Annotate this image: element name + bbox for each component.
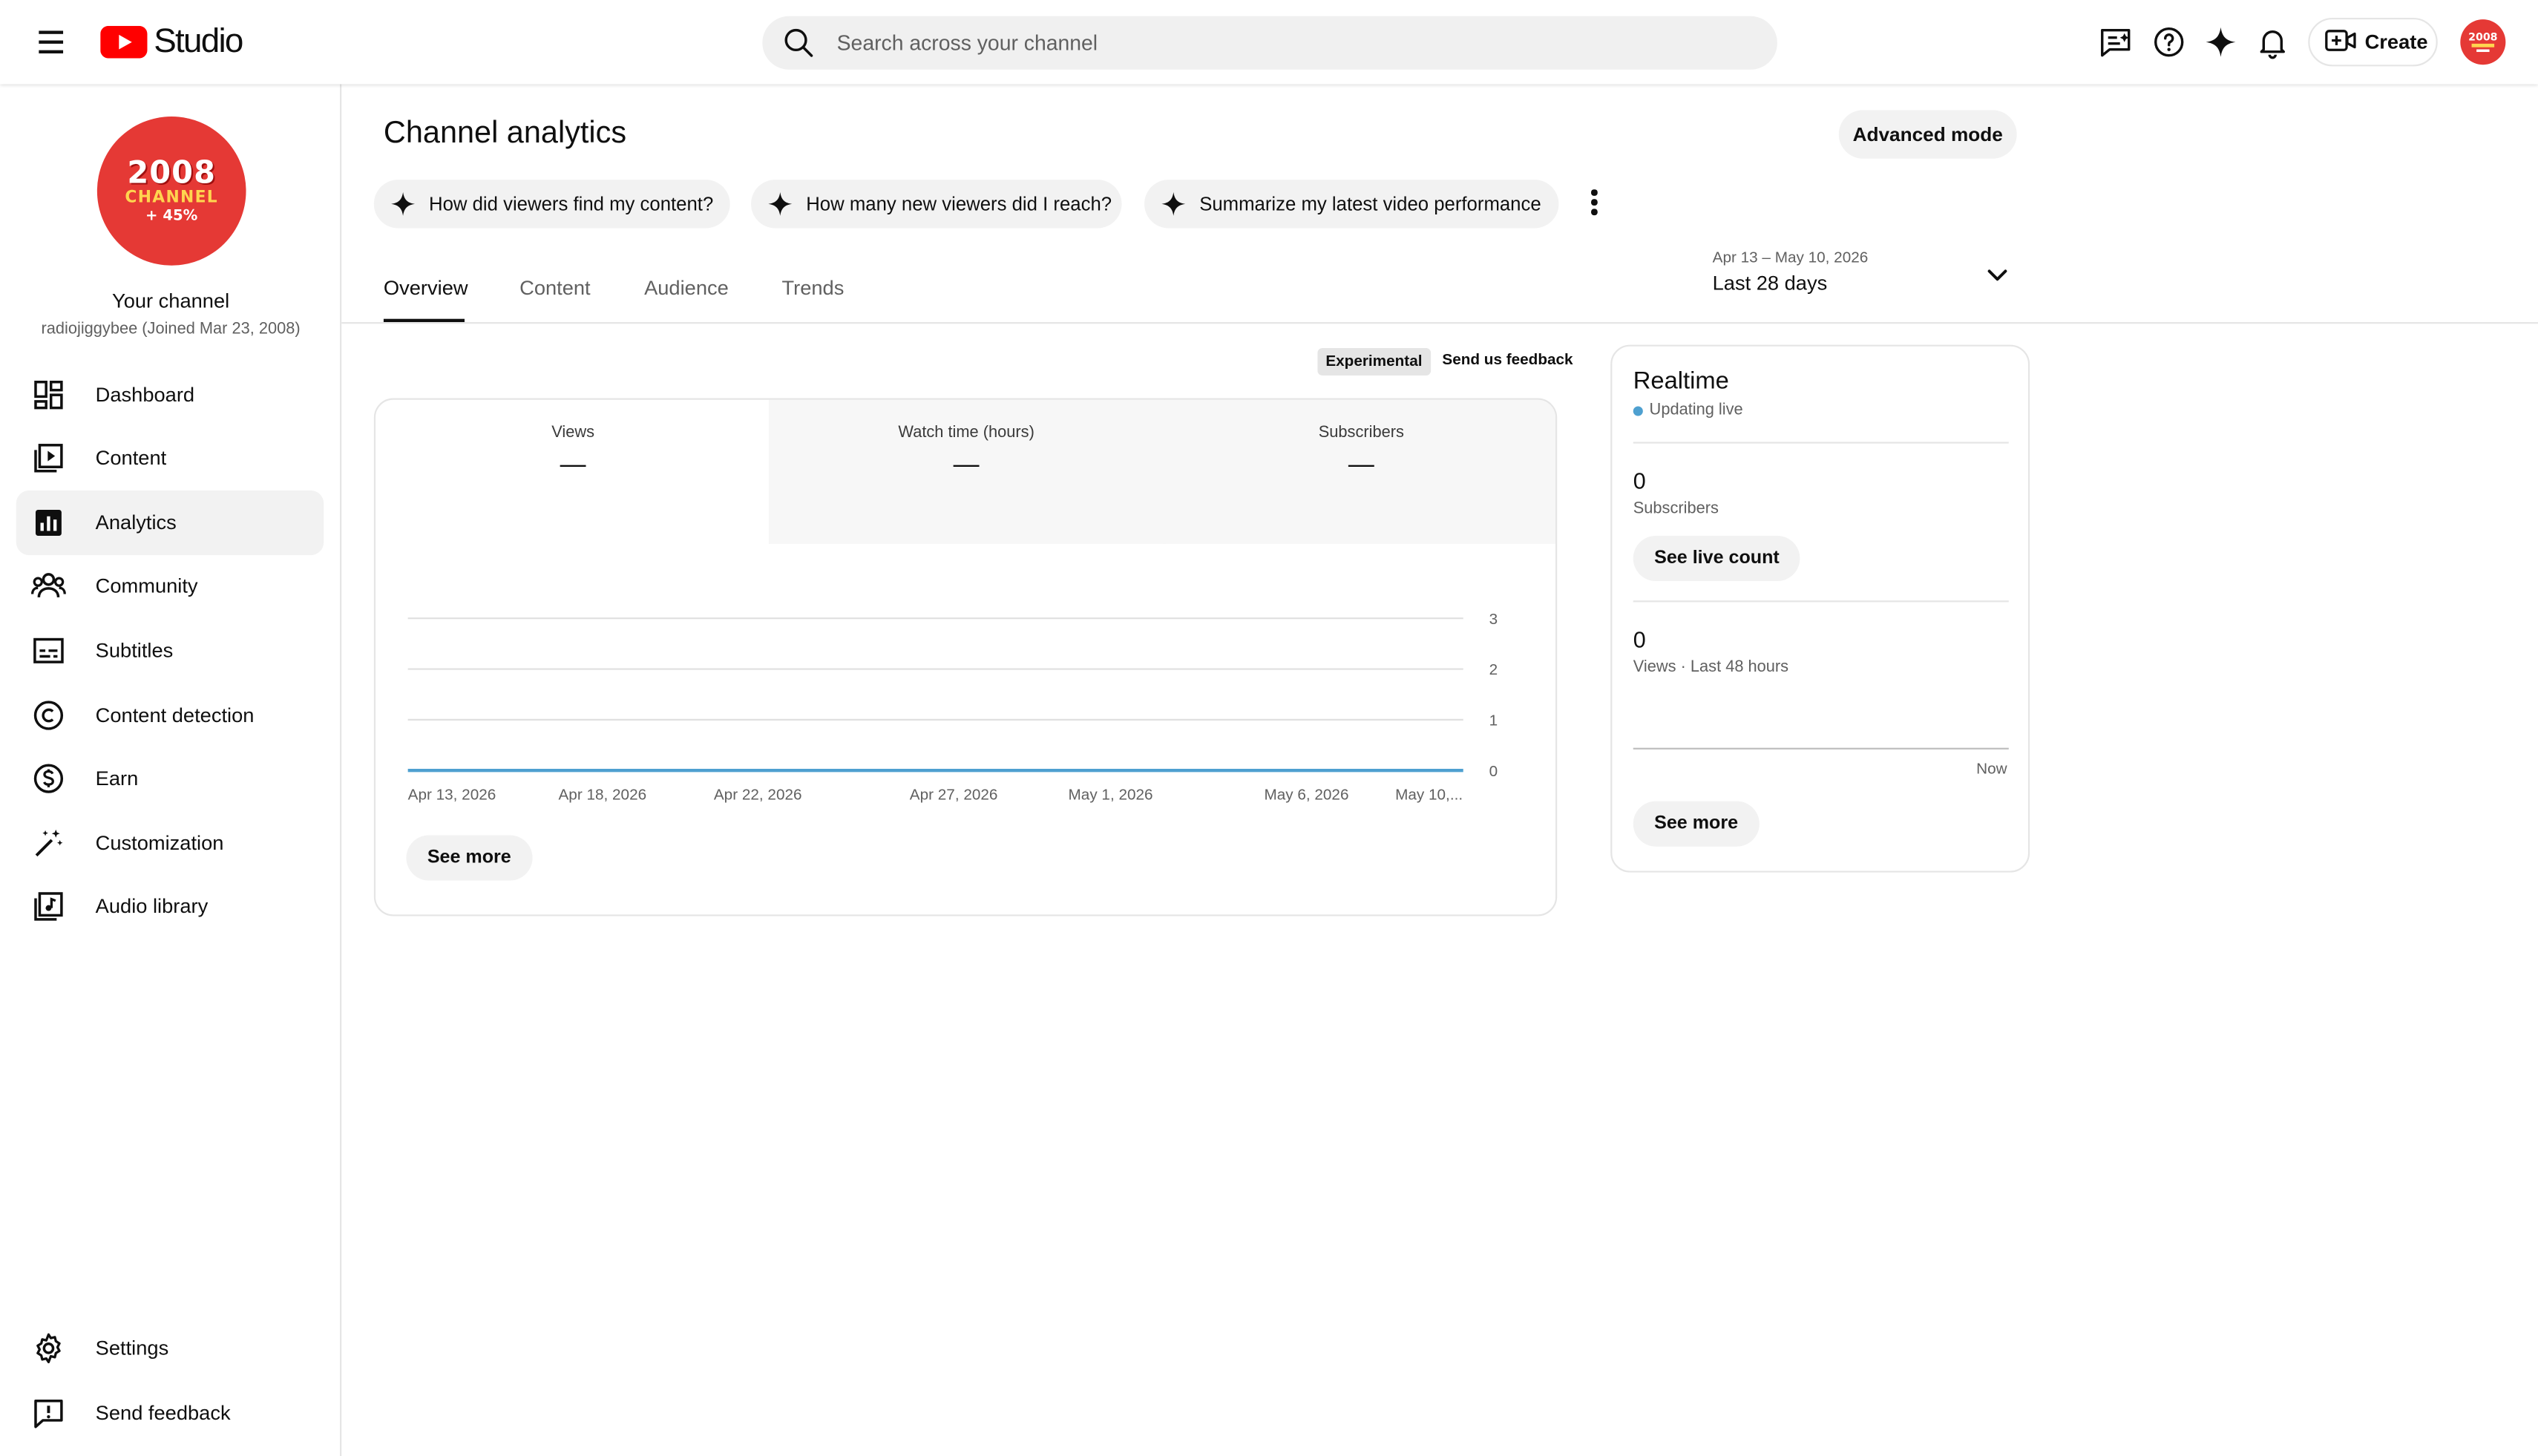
x-tick-label: Apr 27, 2026 (910, 786, 998, 803)
search-bar[interactable] (762, 16, 1777, 70)
sidebar-item-customization[interactable]: Customization (16, 811, 324, 876)
channel-avatar[interactable]: 2008 CHANNEL + 45% (96, 117, 246, 266)
feedback-icon (30, 1395, 66, 1431)
search-icon (781, 26, 816, 68)
account-avatar[interactable]: 2008 (2460, 19, 2506, 65)
notifications-bell-icon[interactable] (2253, 23, 2292, 62)
menu-icon[interactable] (26, 19, 74, 65)
tab-audience[interactable]: Audience (644, 277, 729, 300)
sidebar-item-community[interactable]: Community (16, 554, 324, 618)
date-range-label: Last 28 days (1712, 272, 1828, 295)
sidebar-item-content-detection[interactable]: Content detection (16, 683, 324, 747)
top-bar: Studio Create 2008 (0, 0, 2538, 85)
sidebar-item-dashboard[interactable]: Dashboard (16, 363, 324, 427)
see-more-button[interactable]: See more (406, 835, 533, 881)
x-tick-label: May 6, 2026 (1264, 786, 1348, 803)
realtime-views-label: Views · Last 48 hours (1633, 658, 1789, 677)
audio-library-icon (30, 888, 66, 924)
more-options-icon[interactable] (1580, 185, 1609, 220)
magic-wand-icon (30, 825, 66, 861)
sparkle-icon (768, 191, 793, 216)
date-range-dates: Apr 13 – May 10, 2026 (1712, 249, 1869, 267)
create-label: Create (2364, 30, 2428, 53)
realtime-views-value: 0 (1633, 626, 1646, 652)
live-dot-icon (1633, 405, 1643, 416)
realtime-see-more-button[interactable]: See more (1633, 801, 1760, 847)
tab-content[interactable]: Content (519, 277, 590, 300)
x-tick-label: Apr 18, 2026 (558, 786, 646, 803)
copyright-icon (30, 698, 66, 733)
create-button[interactable]: Create (2308, 17, 2438, 67)
dollar-icon (30, 761, 66, 796)
realtime-status: Updating live (1633, 401, 1743, 419)
realtime-now-label: Now (1976, 761, 2007, 779)
sidebar-item-subtitles[interactable]: Subtitles (16, 618, 324, 683)
channel-handle: radiojiggybee (Joined Mar 23, 2008) (41, 320, 301, 338)
realtime-chart-baseline (1633, 747, 2009, 750)
x-tick-label: Apr 13, 2026 (408, 786, 496, 803)
views-line-chart: 0 1 2 3 Apr 13, 2026 Apr 18, 2026 Apr 22, 2026… (408, 611, 1498, 804)
app-name: Studio (154, 22, 243, 60)
sidebar-item-audio-library[interactable]: Audio library (16, 874, 324, 939)
subtitles-icon (30, 633, 66, 669)
tab-trends[interactable]: Trends (781, 277, 844, 300)
date-range-selector[interactable]: Apr 13 – May 10, 2026 Last 28 days (1713, 249, 1869, 295)
send-us-feedback-link[interactable]: Send us feedback (1442, 351, 1573, 369)
sidebar: 2008 CHANNEL + 45% Your channel radiojig… (0, 84, 342, 1456)
analytics-icon (30, 505, 66, 541)
x-tick-label: Apr 22, 2026 (714, 786, 802, 803)
sparkle-icon (391, 191, 416, 216)
overview-card: Views — Watch time (hours) — Subscribers… (373, 398, 1558, 916)
tab-overview[interactable]: Overview (384, 277, 468, 300)
sidebar-item-earn[interactable]: Earn (16, 746, 324, 810)
ask-chip-viewers-source[interactable]: How did viewers find my content? (373, 180, 730, 229)
help-icon[interactable] (2150, 23, 2188, 62)
sparkle-icon (1161, 191, 1186, 216)
gear-icon (30, 1331, 66, 1366)
divider (1633, 600, 2009, 603)
y-tick-label: 1 (1489, 712, 1498, 729)
youtube-logo-icon (100, 25, 148, 59)
ask-chip-new-viewers[interactable]: How many new viewers did I reach? (751, 180, 1122, 229)
sidebar-item-analytics[interactable]: Analytics (16, 490, 324, 556)
sidebar-item-settings[interactable]: Settings (16, 1316, 324, 1380)
x-tick-label: May 10,... (1395, 786, 1463, 803)
svg-text:2008: 2008 (2468, 32, 2497, 44)
realtime-subscribers-label: Subscribers (1633, 499, 1719, 518)
sidebar-item-content[interactable]: Content (16, 426, 324, 491)
ask-chip-summarize-video[interactable]: Summarize my latest video performance (1144, 180, 1559, 229)
dashboard-icon (30, 377, 66, 413)
y-tick-label: 2 (1489, 661, 1498, 678)
sparkle-icon[interactable] (2201, 23, 2240, 62)
community-icon (30, 568, 66, 604)
realtime-card: Realtime Updating live 0 Subscribers See… (1610, 344, 2030, 873)
video-add-icon (2324, 25, 2357, 59)
chevron-down-icon[interactable] (1984, 262, 2010, 288)
tabs-divider (341, 322, 2538, 324)
page-title: Channel analytics (383, 117, 627, 151)
x-tick-label: May 1, 2026 (1069, 786, 1153, 803)
channel-name: Your channel (112, 289, 230, 312)
y-tick-label: 0 (1489, 763, 1498, 780)
search-input[interactable] (836, 16, 1744, 70)
see-live-count-button[interactable]: See live count (1633, 535, 1801, 582)
sidebar-item-send-feedback[interactable]: Send feedback (16, 1380, 324, 1445)
experimental-badge: Experimental (1317, 347, 1431, 376)
realtime-title: Realtime (1633, 367, 1729, 396)
content-icon (30, 440, 66, 476)
realtime-subscribers-value: 0 (1633, 468, 1646, 494)
advanced-mode-button[interactable]: Advanced mode (1838, 110, 2017, 159)
divider (1633, 442, 2009, 444)
comments-icon[interactable] (2096, 23, 2135, 62)
studio-logo[interactable]: Studio (100, 22, 243, 62)
y-tick-label: 3 (1489, 611, 1498, 628)
